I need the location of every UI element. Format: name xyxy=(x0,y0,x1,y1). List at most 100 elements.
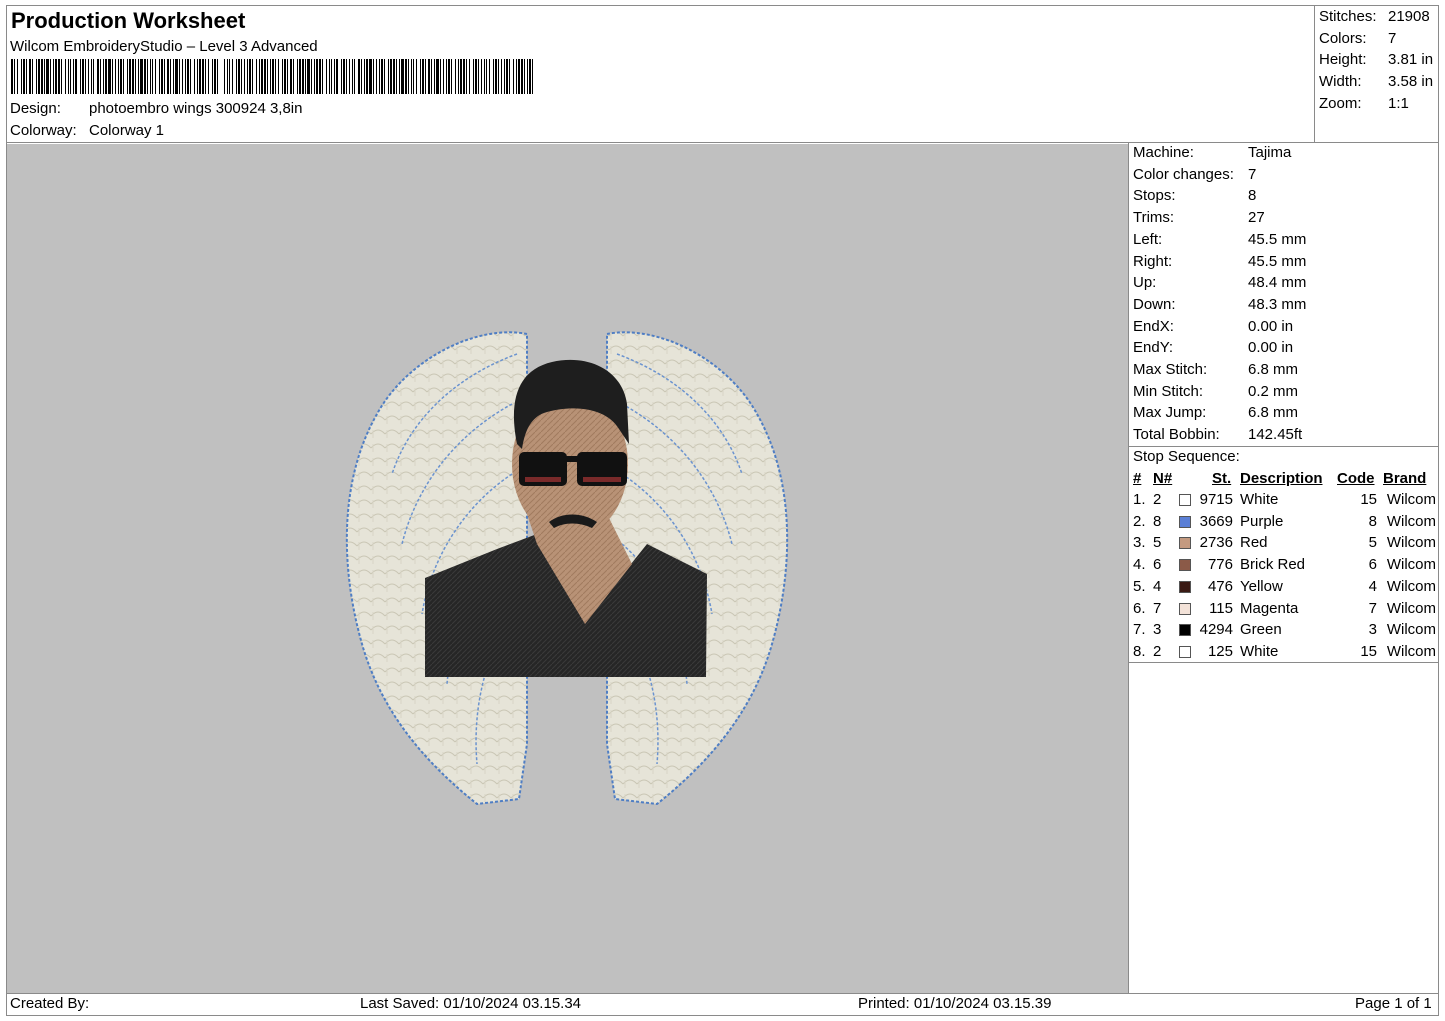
row-description: Green xyxy=(1240,621,1282,639)
design-value: photoembro wings 300924 3,8in xyxy=(89,100,303,117)
machine-info-value: 8 xyxy=(1248,187,1257,205)
machine-info-label: EndY: xyxy=(1133,339,1174,357)
row-code: 15 xyxy=(1360,642,1377,660)
table-row: 5. 4 476 Yellow 4 Wilcom xyxy=(1130,578,1438,599)
color-swatch xyxy=(1179,580,1191,593)
row-index: 8. xyxy=(1133,642,1146,660)
row-index: 5. xyxy=(1133,577,1146,595)
created-by: Created By: xyxy=(10,995,90,1012)
row-index: 1. xyxy=(1133,491,1146,508)
row-brand: Wilcom xyxy=(1386,642,1436,660)
printed-date: Printed: 01/10/2024 03.15.39 xyxy=(858,995,1052,1012)
software-name: Wilcom EmbroideryStudio – Level 3 Advanc… xyxy=(10,38,318,55)
color-swatch xyxy=(1179,602,1191,615)
machine-info-label: Trims: xyxy=(1133,209,1175,227)
machine-info-value: 0.2 mm xyxy=(1248,382,1299,400)
row-description: Yellow xyxy=(1240,577,1283,595)
table-row: 3. 5 2736 Red 5 Wilcom xyxy=(1130,534,1438,555)
footer-divider xyxy=(6,993,1439,994)
row-code: 15 xyxy=(1360,491,1377,508)
barcode-bar xyxy=(533,59,535,94)
machine-info-label: Machine: xyxy=(1133,144,1194,161)
color-swatch xyxy=(1179,494,1191,506)
col-needle-header: N# xyxy=(1153,470,1173,487)
table-row: 8. 2 125 White 15 Wilcom xyxy=(1130,643,1438,664)
machine-info-label: Max Stitch: xyxy=(1133,361,1208,378)
stat-value: 3.81 in xyxy=(1388,51,1434,69)
row-needle: 5 xyxy=(1153,534,1162,552)
table-row: 4. 6 776 Brick Red 6 Wilcom xyxy=(1130,556,1438,577)
row-code: 4 xyxy=(1368,577,1377,595)
table-row: 7. 3 4294 Green 3 Wilcom xyxy=(1130,621,1438,642)
row-stitches: 476 xyxy=(1207,577,1233,595)
row-index: 3. xyxy=(1133,534,1146,552)
row-code: 3 xyxy=(1368,621,1377,639)
row-index: 4. xyxy=(1133,556,1146,574)
barcode xyxy=(11,59,536,94)
row-brand: Wilcom xyxy=(1386,599,1436,617)
row-brand: Wilcom xyxy=(1386,512,1436,530)
machine-info-value: 48.4 mm xyxy=(1248,274,1307,292)
col-stitches-header: St. xyxy=(1212,470,1232,487)
machine-info-label: Down: xyxy=(1133,295,1176,313)
stop-sequence-title: Stop Sequence: xyxy=(1133,448,1240,465)
row-index: 6. xyxy=(1133,599,1146,617)
page-number: Page 1 of 1 xyxy=(1355,995,1432,1012)
stat-value: 7 xyxy=(1388,29,1397,47)
row-brand: Wilcom xyxy=(1386,577,1436,595)
machine-info-value: 48.3 mm xyxy=(1248,295,1307,313)
machine-info-value: 6.8 mm xyxy=(1248,404,1299,422)
machine-info-value: 6.8 mm xyxy=(1248,361,1299,378)
machine-info-label: Min Stitch: xyxy=(1133,382,1204,400)
row-description: Brick Red xyxy=(1240,556,1306,574)
row-code: 6 xyxy=(1368,556,1377,574)
color-swatch xyxy=(1179,559,1191,572)
machine-info-value: 27 xyxy=(1248,209,1265,227)
stats-divider xyxy=(1314,5,1315,143)
machine-info-value: 45.5 mm xyxy=(1248,252,1307,270)
row-description: Purple xyxy=(1240,512,1284,530)
machine-info-label: Total Bobbin: xyxy=(1133,426,1220,444)
row-stitches: 2736 xyxy=(1199,534,1233,552)
row-index: 2. xyxy=(1133,512,1146,530)
color-swatch xyxy=(1179,537,1191,550)
stat-label: Stitches: xyxy=(1319,8,1377,25)
col-description-header: Description xyxy=(1240,470,1323,487)
design-label: Design: xyxy=(10,100,61,117)
row-index: 7. xyxy=(1133,621,1146,639)
machine-info-value: 45.5 mm xyxy=(1248,230,1307,248)
color-swatch xyxy=(1179,515,1191,528)
row-code: 7 xyxy=(1368,599,1377,617)
table-row: 1. 2 9715 White 15 Wilcom xyxy=(1130,491,1438,512)
row-stitches: 4294 xyxy=(1199,621,1233,639)
stat-value: 3.58 in xyxy=(1388,73,1434,91)
machine-info-label: Left: xyxy=(1133,230,1163,248)
side-panel-divider xyxy=(1128,142,1129,994)
row-code: 8 xyxy=(1368,512,1377,530)
page-title: Production Worksheet xyxy=(11,8,246,33)
colorway-label: Colorway: xyxy=(10,122,77,139)
row-brand: Wilcom xyxy=(1386,534,1436,552)
stat-label: Zoom: xyxy=(1319,94,1362,112)
stat-label: Width: xyxy=(1319,73,1362,91)
color-swatch xyxy=(1179,645,1191,658)
stat-label: Colors: xyxy=(1319,29,1367,47)
row-stitches: 3669 xyxy=(1199,512,1233,530)
machine-info-value: 7 xyxy=(1248,165,1257,183)
row-brand: Wilcom xyxy=(1386,491,1436,508)
machine-info-label: Max Jump: xyxy=(1133,404,1207,422)
row-brand: Wilcom xyxy=(1386,556,1436,574)
stat-value: 21908 xyxy=(1388,8,1430,25)
row-stitches: 9715 xyxy=(1199,491,1233,508)
machine-info-divider xyxy=(1128,446,1439,447)
row-needle: 3 xyxy=(1153,621,1162,639)
machine-info-value: 0.00 in xyxy=(1248,339,1294,357)
machine-info-label: Right: xyxy=(1133,252,1173,270)
stat-value: 1:1 xyxy=(1388,94,1409,112)
row-description: White xyxy=(1240,491,1279,508)
row-needle: 6 xyxy=(1153,556,1162,574)
embroidery-preview-image xyxy=(345,331,789,806)
row-needle: 8 xyxy=(1153,512,1162,530)
row-code: 5 xyxy=(1368,534,1377,552)
row-description: Red xyxy=(1240,534,1268,552)
